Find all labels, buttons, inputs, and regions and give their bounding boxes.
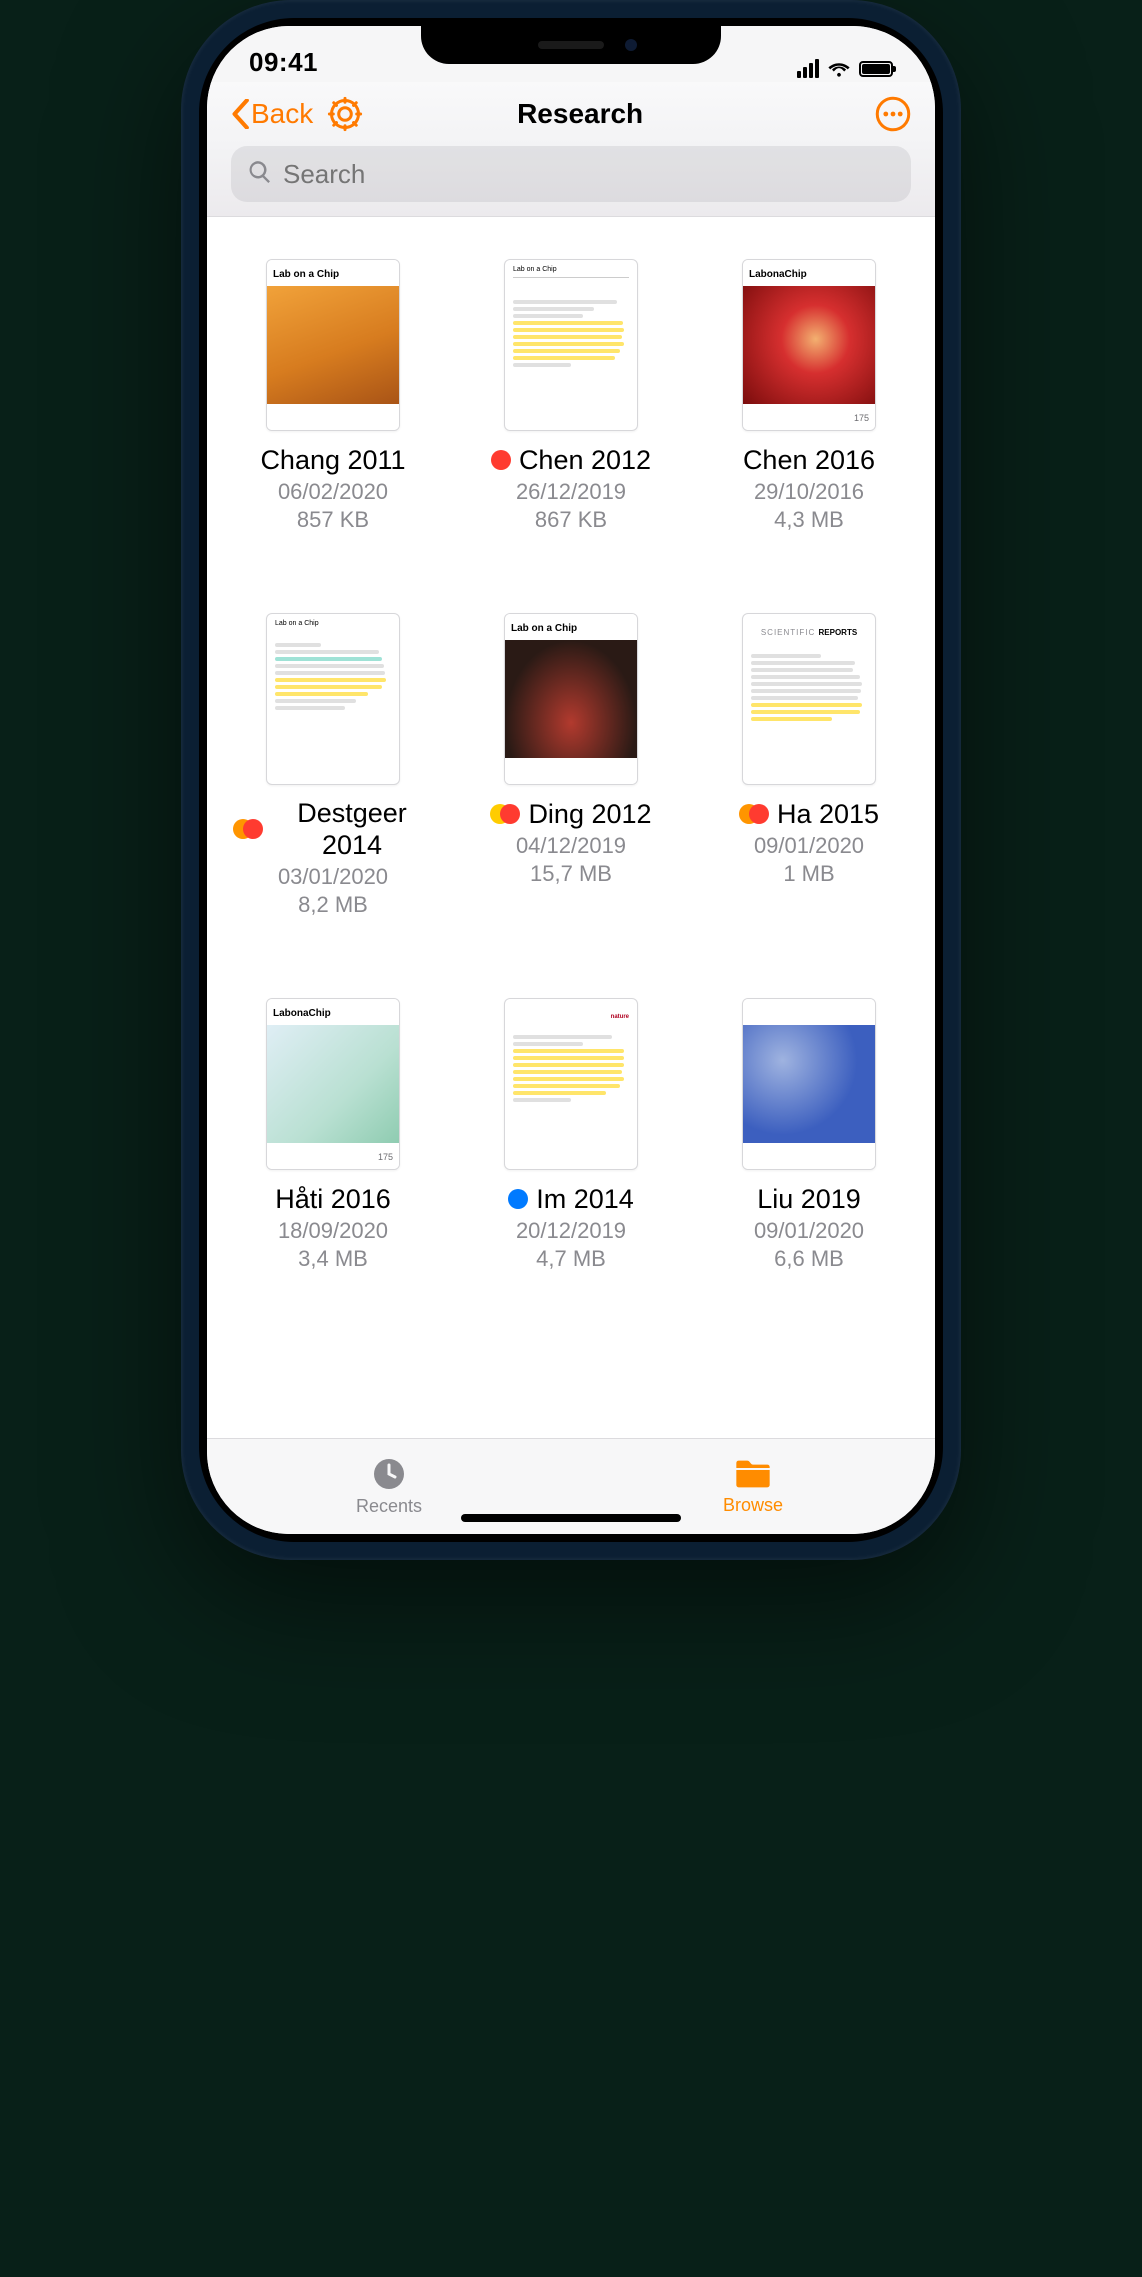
file-name: Chen 2016 bbox=[743, 444, 875, 476]
file-size: 4,3 MB bbox=[774, 507, 844, 533]
cellular-icon bbox=[797, 59, 819, 78]
page-title: Research bbox=[299, 98, 861, 130]
battery-icon bbox=[859, 61, 893, 77]
file-thumbnail: Lab on a Chip bbox=[504, 613, 638, 785]
file-name: Liu 2019 bbox=[757, 1183, 861, 1215]
file-item[interactable]: LabonaChip175 Håti 2016 18/09/2020 3,4 M… bbox=[233, 998, 433, 1272]
file-thumbnail: LabonaChip175 bbox=[742, 259, 876, 431]
tag-dots bbox=[490, 804, 520, 824]
file-date: 09/01/2020 bbox=[754, 1218, 864, 1244]
file-name: Ha 2015 bbox=[777, 798, 879, 830]
more-menu-icon bbox=[875, 96, 911, 132]
file-thumbnail bbox=[742, 998, 876, 1170]
file-item[interactable]: SCIENTIFIC REPORTS Ha 2015 09/01/2020 1 … bbox=[709, 613, 909, 918]
app-screen: 09:41 Back bbox=[207, 26, 935, 1534]
file-item[interactable]: Liu 2019 09/01/2020 6,6 MB bbox=[709, 998, 909, 1272]
file-date: 20/12/2019 bbox=[516, 1218, 626, 1244]
file-name: Chang 2011 bbox=[260, 444, 405, 476]
file-date: 04/12/2019 bbox=[516, 833, 626, 859]
search-input[interactable] bbox=[283, 159, 895, 190]
file-size: 15,7 MB bbox=[530, 861, 612, 887]
chevron-left-icon bbox=[231, 99, 249, 129]
file-item[interactable]: Lab on a Chip Chen 2012 26/12/2019 867 K… bbox=[471, 259, 671, 533]
file-grid[interactable]: Lab on a Chip Chang 2011 06/02/2020 857 … bbox=[207, 217, 935, 1438]
search-field[interactable] bbox=[231, 146, 911, 202]
file-name: Håti 2016 bbox=[275, 1183, 391, 1215]
file-thumbnail: Lab on a Chip bbox=[266, 613, 400, 785]
tag-dots bbox=[233, 819, 263, 839]
file-thumbnail: LabonaChip175 bbox=[266, 998, 400, 1170]
file-item[interactable]: Lab on a Chip Chang 2011 06/02/2020 857 … bbox=[233, 259, 433, 533]
file-thumbnail: SCIENTIFIC REPORTS bbox=[742, 613, 876, 785]
file-thumbnail: Lab on a Chip bbox=[504, 259, 638, 431]
file-name: Im 2014 bbox=[536, 1183, 634, 1215]
tag-dots bbox=[491, 450, 511, 470]
clock-icon bbox=[371, 1456, 407, 1492]
tab-label: Browse bbox=[723, 1495, 783, 1516]
file-name: Chen 2012 bbox=[519, 444, 651, 476]
status-time: 09:41 bbox=[249, 47, 318, 78]
file-date: 09/01/2020 bbox=[754, 833, 864, 859]
file-size: 1 MB bbox=[783, 861, 834, 887]
tab-label: Recents bbox=[356, 1496, 422, 1517]
file-size: 3,4 MB bbox=[298, 1246, 368, 1272]
file-date: 26/12/2019 bbox=[516, 479, 626, 505]
file-date: 03/01/2020 bbox=[278, 864, 388, 890]
file-date: 29/10/2016 bbox=[754, 479, 864, 505]
file-thumbnail: Lab on a Chip bbox=[266, 259, 400, 431]
file-thumbnail: nature bbox=[504, 998, 638, 1170]
file-date: 18/09/2020 bbox=[278, 1218, 388, 1244]
file-item[interactable]: Lab on a Chip Ding 2012 04/12/2019 15,7 … bbox=[471, 613, 671, 918]
more-menu-button[interactable] bbox=[875, 96, 911, 132]
file-item[interactable]: LabonaChip175 Chen 2016 29/10/2016 4,3 M… bbox=[709, 259, 909, 533]
file-item[interactable]: Lab on a Chip Destgeer 2014 03/01/2020 8… bbox=[233, 613, 433, 918]
search-bar bbox=[207, 146, 935, 217]
wifi-icon bbox=[827, 60, 851, 78]
file-size: 4,7 MB bbox=[536, 1246, 606, 1272]
home-indicator[interactable] bbox=[461, 1514, 681, 1522]
tag-dots bbox=[508, 1189, 528, 1209]
tag-dots bbox=[739, 804, 769, 824]
file-size: 867 KB bbox=[535, 507, 607, 533]
phone-notch bbox=[421, 26, 721, 64]
file-size: 6,6 MB bbox=[774, 1246, 844, 1272]
folder-icon bbox=[733, 1457, 773, 1491]
file-item[interactable]: nature Im 2014 20/12/2019 4,7 MB bbox=[471, 998, 671, 1272]
file-date: 06/02/2020 bbox=[278, 479, 388, 505]
file-size: 8,2 MB bbox=[298, 892, 368, 918]
file-name: Ding 2012 bbox=[528, 798, 651, 830]
file-size: 857 KB bbox=[297, 507, 369, 533]
file-name: Destgeer 2014 bbox=[271, 797, 433, 862]
search-icon bbox=[247, 159, 273, 190]
navigation-bar: Back Research bbox=[207, 82, 935, 146]
